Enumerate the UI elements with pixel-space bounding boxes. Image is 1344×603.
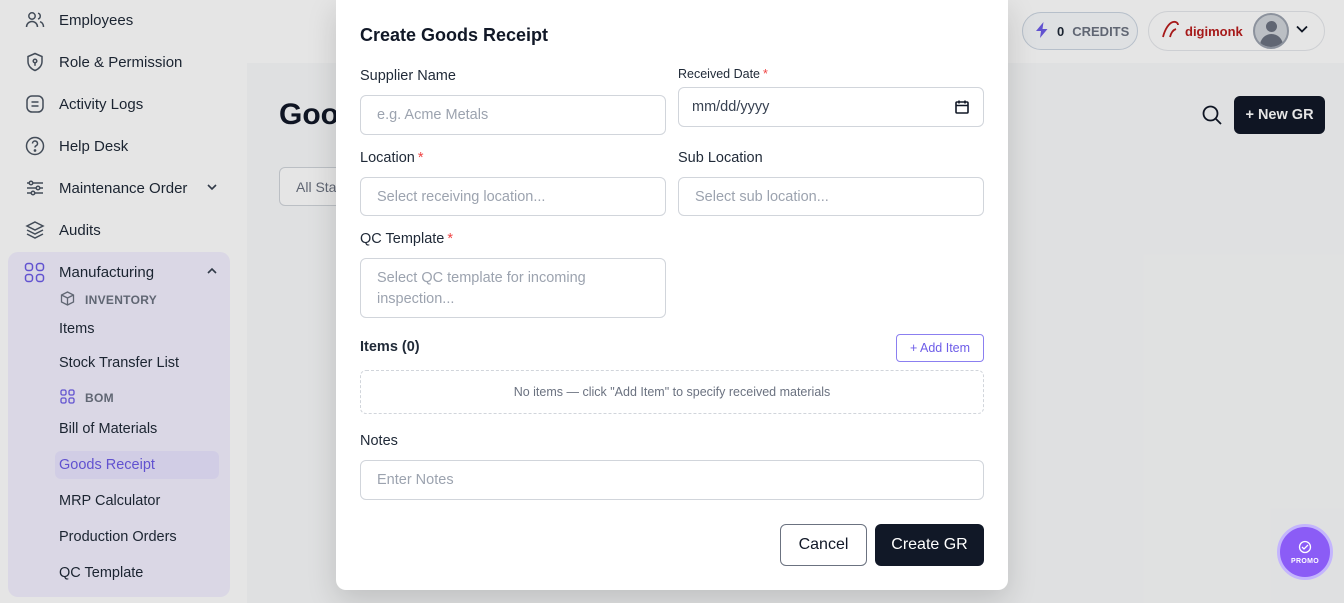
cancel-button[interactable]: Cancel (780, 524, 867, 566)
qc-template-select[interactable]: Select QC template for incoming inspecti… (360, 258, 666, 318)
create-gr-button[interactable]: Create GR (875, 524, 984, 566)
notes-input[interactable]: Enter Notes (360, 460, 984, 500)
supplier-name-label: Supplier Name (360, 68, 456, 84)
location-label: Location * (360, 150, 424, 166)
received-date-input[interactable]: mm/dd/yyyy (678, 87, 984, 127)
sub-location-label: Sub Location (678, 150, 763, 166)
add-item-button[interactable]: + Add Item (896, 334, 984, 362)
dialog-title: Create Goods Receipt (360, 25, 549, 45)
location-select[interactable]: Select receiving location... (360, 177, 666, 216)
supplier-name-input[interactable]: e.g. Acme Metals (360, 95, 666, 135)
received-date-label: Received Date * (678, 67, 768, 81)
items-empty-state: No items — click "Add Item" to specify r… (360, 370, 984, 414)
calendar-icon[interactable] (954, 99, 970, 119)
items-heading: Items (0) (360, 339, 420, 355)
promo-button[interactable]: PROMO (1277, 524, 1333, 580)
create-goods-receipt-dialog: Create Goods Receipt Supplier Name e.g. … (336, 0, 1008, 590)
notes-label: Notes (360, 433, 398, 449)
qc-template-label: QC Template * (360, 231, 454, 247)
sub-location-select[interactable]: Select sub location... (678, 177, 984, 216)
rocket-icon (1296, 540, 1314, 558)
